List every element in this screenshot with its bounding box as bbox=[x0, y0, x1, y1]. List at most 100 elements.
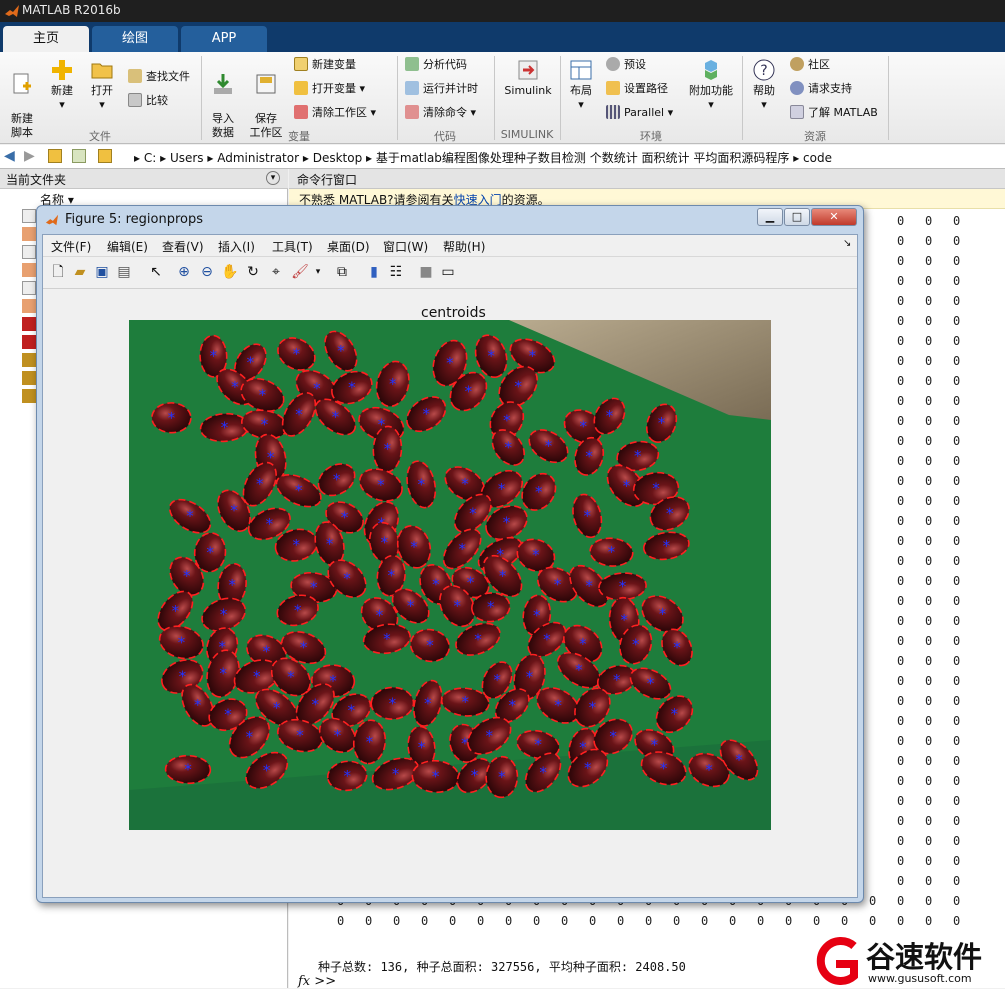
breadcrumb-separator: ▸ bbox=[160, 151, 170, 165]
centroid-marker: * bbox=[228, 576, 236, 594]
browse-icon[interactable] bbox=[72, 149, 86, 163]
breadcrumb-separator: ▸ bbox=[366, 151, 376, 165]
clear-commands-button[interactable]: 清除命令 ▾ bbox=[405, 104, 476, 122]
request-support-button[interactable]: 请求支持 bbox=[790, 80, 852, 98]
matrix-cell: 0 bbox=[925, 354, 933, 368]
png-file-icon[interactable] bbox=[22, 317, 36, 331]
matrix-cell: 0 bbox=[953, 674, 961, 688]
open-variable-icon bbox=[294, 81, 308, 95]
new-figure-icon[interactable]: 🗋 bbox=[49, 263, 67, 281]
matrix-cell: 0 bbox=[869, 914, 877, 928]
chevron-down-icon[interactable]: ▾ bbox=[309, 263, 327, 281]
zoom-in-icon[interactable]: ⊕ bbox=[175, 263, 193, 281]
matrix-cell: 0 bbox=[925, 694, 933, 708]
community-button[interactable]: 社区 bbox=[790, 56, 830, 74]
png-file-icon[interactable] bbox=[22, 335, 36, 349]
clear-workspace-button[interactable]: 清除工作区 ▾ bbox=[294, 104, 376, 122]
panel-menu-icon[interactable]: ▾ bbox=[266, 171, 280, 185]
save-icon[interactable]: ▣ bbox=[93, 263, 111, 281]
centroid-marker: * bbox=[659, 605, 667, 623]
menu-edit[interactable]: 编辑(E) bbox=[107, 238, 148, 255]
breadcrumb-item[interactable]: 基于matlab编程图像处理种子数目检测 个数统计 面积统计 平均面积源码程序 bbox=[376, 151, 790, 165]
centroid-marker: * bbox=[589, 699, 597, 717]
tab-plots[interactable]: 绘图 bbox=[92, 26, 178, 52]
matrix-cell: 0 bbox=[953, 494, 961, 508]
m-file-icon[interactable] bbox=[22, 299, 36, 313]
hide-plot-tools-icon[interactable]: ■ bbox=[417, 263, 435, 281]
jpg-file-icon[interactable] bbox=[22, 389, 36, 403]
menu-file[interactable]: 文件(F) bbox=[51, 238, 91, 255]
new-variable-button[interactable]: 新建变量 bbox=[294, 56, 356, 74]
print-icon[interactable]: ▤ bbox=[115, 263, 133, 281]
zoom-out-icon[interactable]: ⊖ bbox=[198, 263, 216, 281]
up-folder-icon[interactable] bbox=[48, 149, 62, 163]
layout-button[interactable]: 布局 ▾ bbox=[566, 58, 596, 112]
breadcrumb-item[interactable]: Desktop bbox=[313, 151, 363, 165]
centroid-marker: * bbox=[293, 345, 301, 363]
centroid-marker: * bbox=[246, 728, 254, 746]
menu-view[interactable]: 查看(V) bbox=[162, 238, 204, 255]
file-icon[interactable] bbox=[22, 245, 36, 259]
run-and-time-button[interactable]: 运行并计时 bbox=[405, 80, 478, 98]
run-and-time-icon bbox=[405, 81, 419, 95]
centroid-marker: * bbox=[424, 694, 432, 712]
colorbar-icon[interactable]: ▮ bbox=[365, 263, 383, 281]
matrix-cell: 0 bbox=[729, 914, 737, 928]
set-path-button[interactable]: 设置路径 bbox=[606, 80, 668, 98]
select-arrow-icon[interactable]: ↖ bbox=[147, 263, 165, 281]
data-cursor-icon[interactable]: ⌖ bbox=[267, 263, 285, 281]
find-files-button[interactable]: 查找文件 bbox=[128, 68, 190, 86]
help-button[interactable]: ? 帮助 ▾ bbox=[748, 58, 780, 112]
centroid-marker: * bbox=[454, 597, 462, 615]
link-plot-icon[interactable]: ⧉ bbox=[333, 263, 351, 281]
maximize-button[interactable]: □ bbox=[784, 208, 810, 226]
menu-window[interactable]: 窗口(W) bbox=[383, 238, 428, 255]
breadcrumb-item[interactable]: Administrator bbox=[217, 151, 299, 165]
close-button[interactable]: ✕ bbox=[811, 208, 857, 226]
preferences-button[interactable]: 预设 bbox=[606, 56, 646, 74]
file-icon[interactable] bbox=[22, 281, 36, 295]
dock-arrow-icon[interactable]: ↘ bbox=[843, 238, 851, 249]
back-icon[interactable]: ◀ bbox=[4, 148, 15, 164]
simulink-button[interactable]: Simulink bbox=[500, 58, 556, 98]
menu-insert[interactable]: 插入(I) bbox=[218, 238, 255, 255]
command-window-header: 命令行窗口 bbox=[289, 169, 1005, 189]
rotate-3d-icon[interactable]: ↻ bbox=[244, 263, 262, 281]
open-file-icon[interactable]: ▰ bbox=[71, 263, 89, 281]
legend-icon[interactable]: ☷ bbox=[387, 263, 405, 281]
m-file-icon[interactable] bbox=[22, 227, 36, 241]
new-button[interactable]: 新建 ▾ bbox=[46, 58, 78, 112]
import-icon bbox=[214, 74, 232, 94]
tab-home[interactable]: 主页 bbox=[3, 26, 89, 52]
open-button[interactable]: 打开 ▾ bbox=[86, 58, 118, 112]
centroid-marker: * bbox=[487, 598, 495, 616]
breadcrumb-item[interactable]: code bbox=[803, 151, 832, 165]
matrix-cell: 0 bbox=[925, 494, 933, 508]
menu-help[interactable]: 帮助(H) bbox=[443, 238, 485, 255]
parallel-button[interactable]: Parallel ▾ bbox=[606, 104, 673, 122]
menu-tools[interactable]: 工具(T) bbox=[272, 238, 313, 255]
command-prompt[interactable]: fx >> bbox=[298, 974, 336, 989]
pan-hand-icon[interactable]: ✋ bbox=[221, 263, 239, 281]
minimize-button[interactable]: ▁ bbox=[757, 208, 783, 226]
centroid-marker: * bbox=[432, 768, 440, 786]
menu-desktop[interactable]: 桌面(D) bbox=[327, 238, 370, 255]
seed-image[interactable]: * * * ** * ** * * * * * *** ** * ** * ** ** * * ** ** ** * * * * * *… bbox=[129, 320, 771, 830]
learn-matlab-button[interactable]: 了解 MATLAB bbox=[790, 104, 878, 122]
jpg-file-icon[interactable] bbox=[22, 353, 36, 367]
brush-icon[interactable]: 🖌 bbox=[291, 263, 309, 281]
jpg-file-icon[interactable] bbox=[22, 371, 36, 385]
show-plot-tools-icon[interactable]: ▭ bbox=[439, 263, 457, 281]
open-variable-button[interactable]: 打开变量 ▾ bbox=[294, 80, 365, 98]
breadcrumb-item[interactable]: Users bbox=[170, 151, 204, 165]
addons-button[interactable]: 附加功能 ▾ bbox=[686, 58, 736, 112]
tab-apps[interactable]: APP bbox=[181, 26, 267, 52]
breadcrumb-item[interactable]: C: bbox=[144, 151, 156, 165]
matrix-cell: 0 bbox=[925, 794, 933, 808]
m-file-icon[interactable] bbox=[22, 263, 36, 277]
file-icon[interactable] bbox=[22, 209, 36, 223]
analyze-code-button[interactable]: 分析代码 bbox=[405, 56, 467, 74]
figure-window[interactable]: Figure 5: regionprops ▁ □ ✕ 文件(F) 编辑(E) … bbox=[36, 205, 864, 903]
forward-icon[interactable]: ▶ bbox=[24, 148, 35, 164]
compare-button[interactable]: 比较 bbox=[128, 92, 168, 110]
